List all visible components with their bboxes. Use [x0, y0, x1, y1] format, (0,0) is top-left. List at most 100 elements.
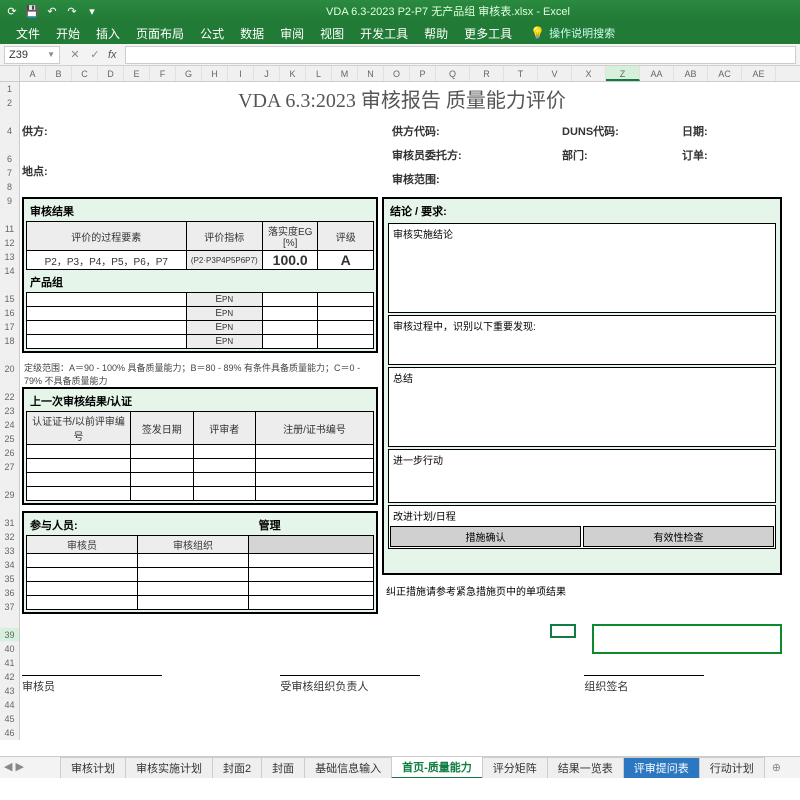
ribbon-tab-more[interactable]: 更多工具 — [456, 22, 520, 44]
row-header[interactable]: 17 — [0, 320, 19, 334]
tell-me-hint[interactable]: 💡 操作说明搜索 — [520, 25, 615, 41]
sheet-tab[interactable]: 行动计划 — [699, 757, 765, 778]
col-header[interactable]: A — [20, 66, 46, 81]
undo-icon[interactable]: ↶ — [44, 3, 60, 19]
col-header[interactable]: I — [228, 66, 254, 81]
col-header[interactable]: M — [332, 66, 358, 81]
col-header[interactable]: T — [504, 66, 538, 81]
sheet-nav[interactable]: ◀ ▶ — [4, 760, 24, 773]
col-header[interactable]: F — [150, 66, 176, 81]
row-header[interactable] — [0, 278, 19, 292]
row-header[interactable]: 4 — [0, 124, 19, 138]
col-header[interactable]: B — [46, 66, 72, 81]
col-header[interactable]: N — [358, 66, 384, 81]
row-header[interactable]: 35 — [0, 572, 19, 586]
row-header[interactable]: 8 — [0, 180, 19, 194]
row-header[interactable]: 37 — [0, 600, 19, 614]
col-header[interactable]: D — [98, 66, 124, 81]
row-header[interactable]: 11 — [0, 222, 19, 236]
column-headers[interactable]: A B C D E F G H I J K L M N O P Q R T V … — [0, 66, 800, 82]
col-header[interactable]: R — [470, 66, 504, 81]
sheet-tab[interactable]: 评分矩阵 — [482, 757, 548, 778]
autosave-icon[interactable]: ⟳ — [4, 3, 20, 19]
row-header[interactable] — [0, 474, 19, 488]
col-header[interactable]: Z — [606, 66, 640, 81]
sheet-tab[interactable]: 审核实施计划 — [125, 757, 213, 778]
sheet-tab[interactable]: 结果一览表 — [547, 757, 624, 778]
col-header[interactable]: V — [538, 66, 572, 81]
row-header[interactable]: 2 — [0, 96, 19, 110]
row-header[interactable]: 45 — [0, 712, 19, 726]
row-header[interactable]: 43 — [0, 684, 19, 698]
col-header[interactable]: L — [306, 66, 332, 81]
ribbon-tab-review[interactable]: 审阅 — [272, 22, 312, 44]
col-header[interactable]: AA — [640, 66, 674, 81]
row-header[interactable] — [0, 208, 19, 222]
row-header[interactable]: 23 — [0, 404, 19, 418]
row-header[interactable]: 20 — [0, 362, 19, 376]
col-header[interactable]: X — [572, 66, 606, 81]
btn-measure-confirm[interactable]: 措施确认 — [390, 526, 581, 547]
row-header[interactable]: 1 — [0, 82, 19, 96]
sheet-tab-active[interactable]: 首页-质量能力 — [391, 756, 483, 778]
row-header[interactable] — [0, 110, 19, 124]
fx-icon[interactable]: fx — [108, 49, 117, 61]
sheet-tab[interactable]: 基础信息输入 — [304, 757, 392, 778]
row-header[interactable]: 36 — [0, 586, 19, 600]
ribbon-tab-dev[interactable]: 开发工具 — [352, 22, 416, 44]
row-header[interactable]: 14 — [0, 264, 19, 278]
row-headers[interactable]: 1246789111213141516171820222324252627293… — [0, 82, 20, 740]
enter-fx-icon[interactable]: ✓ — [88, 48, 102, 61]
row-header[interactable]: 32 — [0, 530, 19, 544]
col-header[interactable]: E — [124, 66, 150, 81]
row-header[interactable] — [0, 376, 19, 390]
row-header[interactable]: 42 — [0, 670, 19, 684]
row-header[interactable]: 16 — [0, 306, 19, 320]
row-header[interactable]: 44 — [0, 698, 19, 712]
col-header[interactable]: Q — [436, 66, 470, 81]
col-header[interactable]: O — [384, 66, 410, 81]
add-sheet-icon[interactable]: ⊕ — [764, 759, 789, 776]
row-header[interactable]: 39 — [0, 628, 19, 642]
col-header[interactable]: AC — [708, 66, 742, 81]
col-header[interactable]: K — [280, 66, 306, 81]
ribbon-tab-insert[interactable]: 插入 — [88, 22, 128, 44]
row-header[interactable]: 33 — [0, 544, 19, 558]
row-header[interactable]: 12 — [0, 236, 19, 250]
name-box[interactable]: Z39 ▼ — [4, 46, 60, 64]
col-header[interactable]: H — [202, 66, 228, 81]
row-header[interactable]: 6 — [0, 152, 19, 166]
row-header[interactable]: 27 — [0, 460, 19, 474]
ribbon-tab-layout[interactable]: 页面布局 — [128, 22, 192, 44]
redo-icon[interactable]: ↷ — [64, 3, 80, 19]
save-icon[interactable]: 💾 — [24, 3, 40, 19]
sheet-tab[interactable]: 评审提问表 — [623, 757, 700, 778]
formula-bar[interactable] — [125, 46, 796, 64]
sheet-tab[interactable]: 审核计划 — [60, 757, 126, 778]
select-all-corner[interactable] — [0, 66, 20, 81]
row-header[interactable]: 7 — [0, 166, 19, 180]
row-header[interactable] — [0, 614, 19, 628]
sheet-tab[interactable]: 封面2 — [212, 757, 262, 778]
row-header[interactable]: 25 — [0, 432, 19, 446]
ribbon-tab-data[interactable]: 数据 — [232, 22, 272, 44]
row-header[interactable]: 34 — [0, 558, 19, 572]
col-header[interactable]: G — [176, 66, 202, 81]
col-header[interactable]: J — [254, 66, 280, 81]
col-header[interactable]: C — [72, 66, 98, 81]
row-header[interactable]: 9 — [0, 194, 19, 208]
btn-validity-check[interactable]: 有效性检查 — [583, 526, 774, 547]
ribbon-tab-view[interactable]: 视图 — [312, 22, 352, 44]
sheet-tab[interactable]: 封面 — [261, 757, 305, 778]
ribbon-tab-formula[interactable]: 公式 — [192, 22, 232, 44]
ribbon-tab-file[interactable]: 文件 — [8, 22, 48, 44]
row-header[interactable]: 46 — [0, 726, 19, 740]
row-header[interactable] — [0, 348, 19, 362]
row-header[interactable]: 29 — [0, 488, 19, 502]
row-header[interactable]: 13 — [0, 250, 19, 264]
row-header[interactable]: 15 — [0, 292, 19, 306]
col-header[interactable]: P — [410, 66, 436, 81]
row-header[interactable]: 24 — [0, 418, 19, 432]
row-header[interactable]: 41 — [0, 656, 19, 670]
col-header[interactable]: AE — [742, 66, 776, 81]
